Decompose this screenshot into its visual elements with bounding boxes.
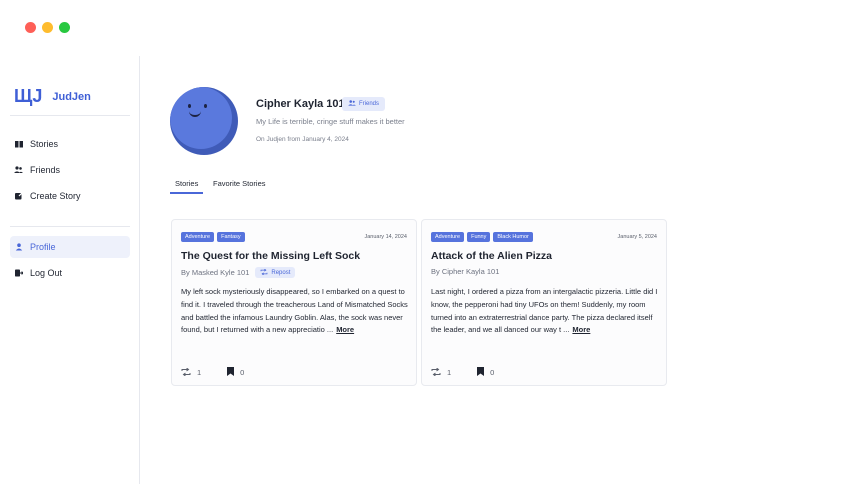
sidebar-divider [10, 115, 130, 116]
logo-icon: ЩJ [14, 86, 43, 106]
people-icon [348, 100, 356, 108]
sidebar: ЩJ JudJen Stories Friends Create Story P… [0, 56, 140, 484]
friends-badge[interactable]: Friends [342, 97, 386, 111]
repost-button[interactable]: 1 [431, 367, 451, 378]
repost-icon [181, 367, 191, 378]
story-card[interactable]: Adventure Funny Black Humor January 5, 2… [421, 219, 667, 386]
bookmark-button[interactable]: 0 [477, 367, 494, 378]
story-stats: 1 0 [181, 367, 244, 378]
window-titlebar [0, 0, 856, 56]
repost-count: 1 [197, 368, 202, 377]
minimize-window-button[interactable] [42, 22, 53, 33]
book-icon [14, 140, 23, 149]
profile-joined-date: On Judjen from January 4, 2024 [256, 136, 349, 143]
repost-icon [431, 367, 441, 378]
story-excerpt: My left sock mysteriously disappeared, s… [181, 286, 411, 337]
story-title[interactable]: Attack of the Alien Pizza [431, 250, 552, 262]
bookmark-count: 0 [240, 368, 245, 377]
friends-badge-label: Friends [359, 101, 380, 107]
logout-icon [14, 269, 23, 278]
close-window-button[interactable] [25, 22, 36, 33]
sidebar-item-label: Friends [30, 165, 61, 175]
avatar-eye [204, 104, 207, 108]
story-title[interactable]: The Quest for the Missing Left Sock [181, 250, 360, 262]
tab-stories[interactable]: Stories [170, 179, 204, 194]
person-icon [14, 243, 23, 252]
sidebar-item-profile[interactable]: Profile [10, 236, 130, 258]
repost-icon [260, 268, 268, 277]
tab-favorite-stories[interactable]: Favorite Stories [213, 179, 266, 192]
story-author-row: By Masked Kyle 101 Repost [181, 267, 296, 278]
profile-bio: My Life is terrible, cringe stuff makes … [256, 117, 405, 126]
tag-list: Adventure Fantasy [181, 232, 245, 242]
tag-badge[interactable]: Fantasy [217, 232, 245, 242]
sidebar-item-friends[interactable]: Friends [10, 159, 130, 181]
people-icon [14, 166, 23, 175]
tag-badge[interactable]: Funny [467, 232, 491, 242]
more-link[interactable]: More [572, 325, 590, 334]
story-stats: 1 0 [431, 367, 494, 378]
profile-name: Cipher Kayla 101 [256, 98, 345, 110]
sidebar-item-label: Profile [30, 242, 56, 252]
tag-badge[interactable]: Black Humor [493, 232, 533, 242]
story-date: January 14, 2024 [364, 234, 407, 240]
repost-button[interactable]: 1 [181, 367, 201, 378]
avatar-face [170, 87, 232, 149]
story-excerpt: Last night, I ordered a pizza from an in… [431, 286, 661, 337]
story-author[interactable]: By Cipher Kayla 101 [431, 267, 499, 276]
sidebar-item-label: Stories [30, 139, 59, 149]
sidebar-item-stories[interactable]: Stories [10, 133, 130, 155]
tag-badge[interactable]: Adventure [181, 232, 215, 242]
story-date: January 5, 2024 [617, 234, 657, 240]
bookmark-icon [227, 367, 235, 378]
maximize-window-button[interactable] [59, 22, 70, 33]
bookmark-button[interactable]: 0 [227, 367, 244, 378]
repost-badge: Repost [255, 267, 296, 278]
repost-label: Repost [271, 269, 291, 276]
repost-count: 1 [447, 368, 452, 377]
bookmark-count: 0 [490, 368, 495, 377]
sidebar-divider [10, 226, 130, 227]
avatar-mouth [189, 111, 201, 117]
sidebar-item-logout[interactable]: Log Out [10, 262, 130, 284]
sidebar-item-create-story[interactable]: Create Story [10, 185, 130, 207]
create-icon [14, 192, 23, 201]
story-excerpt-text: My left sock mysteriously disappeared, s… [181, 287, 408, 335]
story-card[interactable]: Adventure Fantasy January 14, 2024 The Q… [171, 219, 417, 386]
story-excerpt-text: Last night, I ordered a pizza from an in… [431, 287, 658, 335]
more-link[interactable]: More [336, 325, 354, 334]
story-author[interactable]: By Masked Kyle 101 [181, 268, 249, 277]
sidebar-item-label: Log Out [30, 268, 63, 278]
story-author-row: By Cipher Kayla 101 [431, 267, 499, 276]
brand-name: JudJen [52, 90, 91, 103]
avatar-eye [188, 104, 191, 108]
avatar [170, 87, 238, 155]
sidebar-item-label: Create Story [30, 191, 81, 201]
bookmark-icon [477, 367, 485, 378]
tag-badge[interactable]: Adventure [431, 232, 465, 242]
brand-logo[interactable]: ЩJ JudJen [14, 86, 91, 107]
tag-list: Adventure Funny Black Humor [431, 232, 533, 242]
